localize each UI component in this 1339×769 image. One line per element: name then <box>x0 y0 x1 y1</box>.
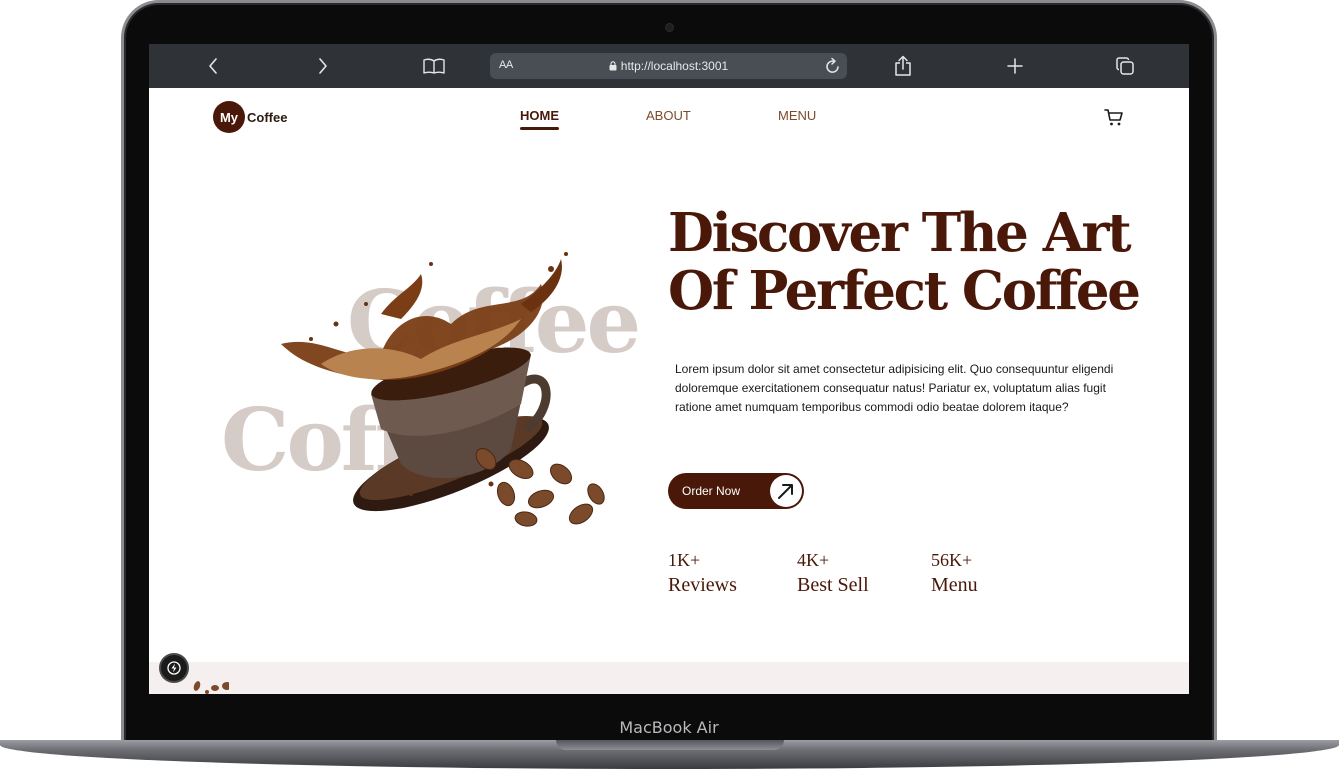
logo[interactable]: My Coffee <box>213 101 287 133</box>
nav-link-label: MENU <box>778 108 817 123</box>
next-section-strip <box>149 662 1189 694</box>
chevron-right-icon[interactable] <box>311 44 335 88</box>
logo-text: Coffee <box>247 109 288 125</box>
coffee-splash-image <box>281 252 605 527</box>
nav-link-label: ABOUT <box>646 108 691 123</box>
tabs-icon[interactable] <box>1113 44 1137 88</box>
screen: AA http://localhost:3001 My Coffee HOME … <box>149 44 1189 694</box>
plus-icon[interactable] <box>1003 44 1027 88</box>
arrow-up-right-icon <box>770 475 802 507</box>
reload-icon[interactable] <box>825 57 841 78</box>
logo-mark: My <box>213 101 245 133</box>
stat-label: Menu <box>931 574 978 596</box>
lock-icon <box>609 54 617 80</box>
camera-icon <box>666 24 673 31</box>
url-text: http://localhost:3001 <box>620 59 729 73</box>
nav-link-home[interactable]: HOME <box>520 108 559 130</box>
stat-label: Best Sell <box>797 574 869 596</box>
hero-description: Lorem ipsum dolor sit amet consectetur a… <box>675 362 1114 414</box>
cart-icon[interactable] <box>1104 107 1124 132</box>
lightning-icon[interactable] <box>161 655 187 681</box>
book-icon[interactable] <box>421 44 447 88</box>
chevron-left-icon[interactable] <box>201 44 225 88</box>
browser-toolbar: AA http://localhost:3001 <box>149 44 1189 88</box>
order-now-label: Order Now <box>682 484 741 498</box>
device-model-label: MacBook Air <box>619 718 719 737</box>
stat-value: 56K+ <box>931 550 973 570</box>
stat-best-sell: 4K+ Best Sell <box>797 548 869 598</box>
url-display: http://localhost:3001 <box>490 53 847 79</box>
stat-reviews: 1K+ Reviews <box>668 548 737 598</box>
stat-menu: 56K+ Menu <box>931 548 978 598</box>
nav-link-about[interactable]: ABOUT <box>646 108 691 123</box>
hero-title-line2: Of Perfect Coffee <box>668 260 1141 322</box>
stat-value: 4K+ <box>797 550 830 570</box>
share-icon[interactable] <box>891 44 915 88</box>
hero-title: Discover The Art Of Perfect Coffee <box>668 204 1173 320</box>
address-bar[interactable]: AA http://localhost:3001 <box>490 53 847 79</box>
order-now-button[interactable]: Order Now <box>668 473 804 509</box>
nav-link-menu[interactable]: MENU <box>778 108 816 123</box>
site-navbar: My Coffee HOME ABOUT MENU <box>149 88 1189 148</box>
stat-value: 1K+ <box>668 550 701 570</box>
nav-link-label: HOME <box>520 108 559 123</box>
stat-label: Reviews <box>668 574 737 596</box>
active-nav-underline <box>520 127 559 130</box>
hero-title-line1: Discover The Art <box>668 202 1132 264</box>
